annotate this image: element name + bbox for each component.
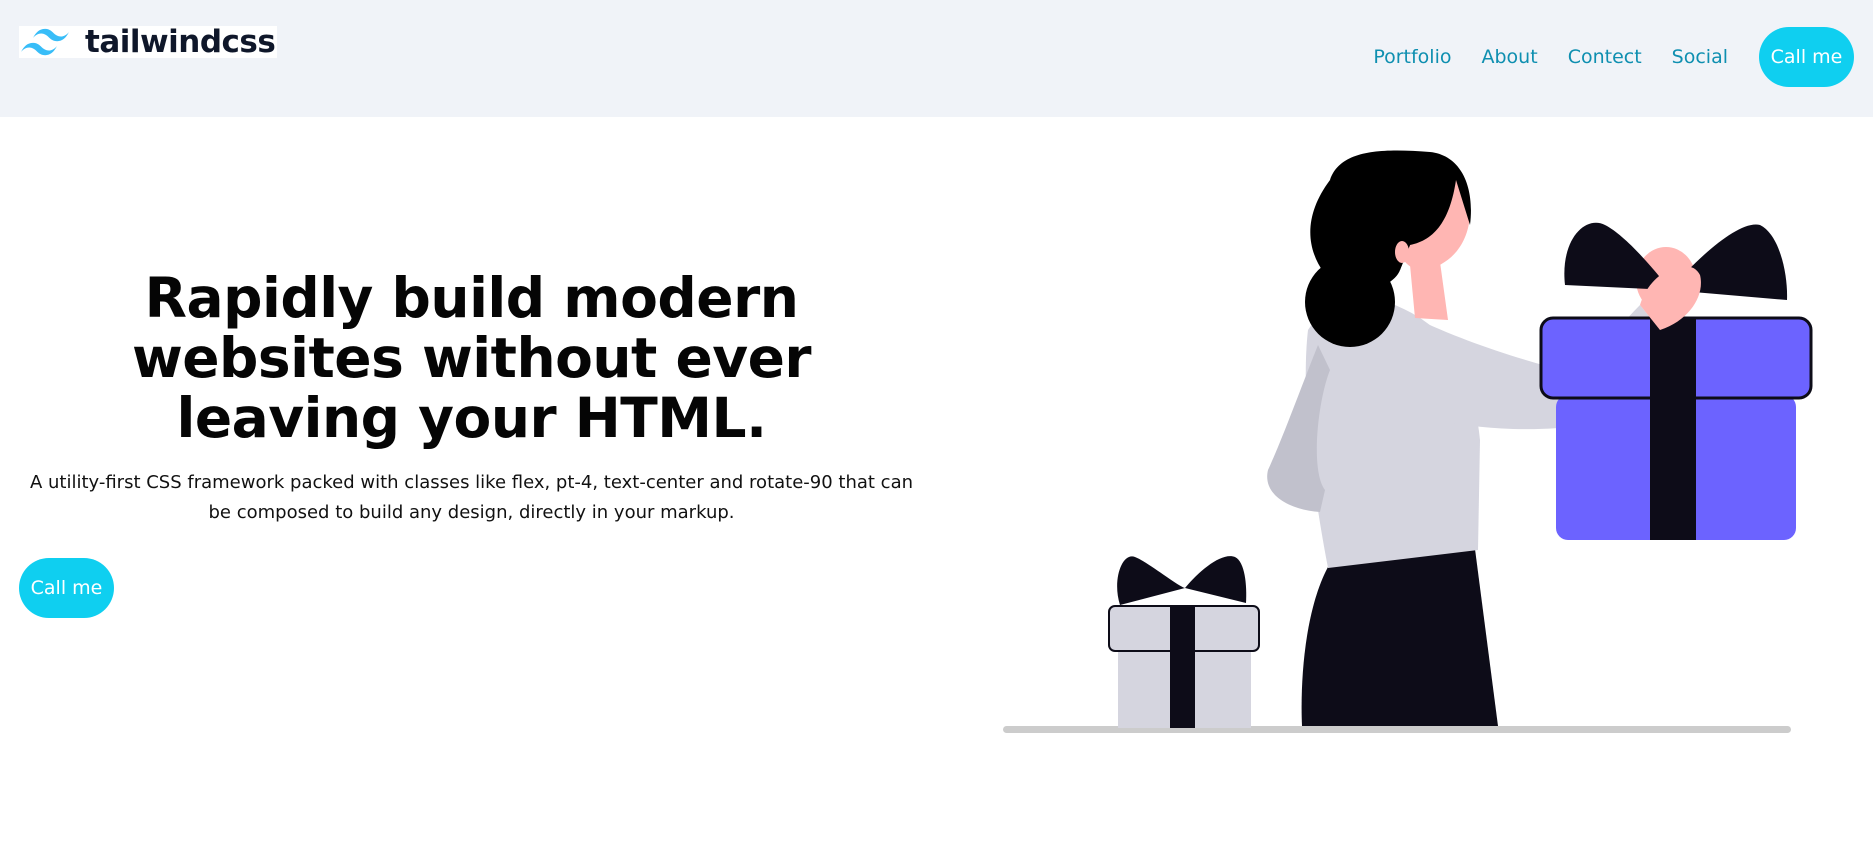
nav-link-about[interactable]: About xyxy=(1482,46,1538,68)
header-call-me-button[interactable]: Call me xyxy=(1759,27,1854,87)
main-nav: Portfolio About Contect Social Call me xyxy=(1373,27,1854,87)
hero-illustration xyxy=(995,140,1825,744)
woman-with-gift-illustration xyxy=(1003,150,1813,733)
nav-link-social[interactable]: Social xyxy=(1672,46,1728,68)
brand-logo[interactable]: tailwindcss xyxy=(19,24,278,60)
brand-name: tailwindcss xyxy=(85,24,276,60)
hero-title: Rapidly build modern websites without ev… xyxy=(131,266,812,450)
hero-section: Rapidly build modern websites without ev… xyxy=(19,268,924,528)
hero-call-me-button[interactable]: Call me xyxy=(19,558,114,618)
hero-subtitle: A utility-first CSS framework packed wit… xyxy=(29,472,914,523)
tailwind-wave-icon xyxy=(21,28,69,56)
site-header: tailwindcss Portfolio About Contect Soci… xyxy=(0,0,1873,117)
nav-link-portfolio[interactable]: Portfolio xyxy=(1373,46,1451,68)
large-gift-icon xyxy=(1539,222,1813,540)
small-gift-icon xyxy=(1108,556,1260,728)
nav-link-contact[interactable]: Contect xyxy=(1568,46,1642,68)
